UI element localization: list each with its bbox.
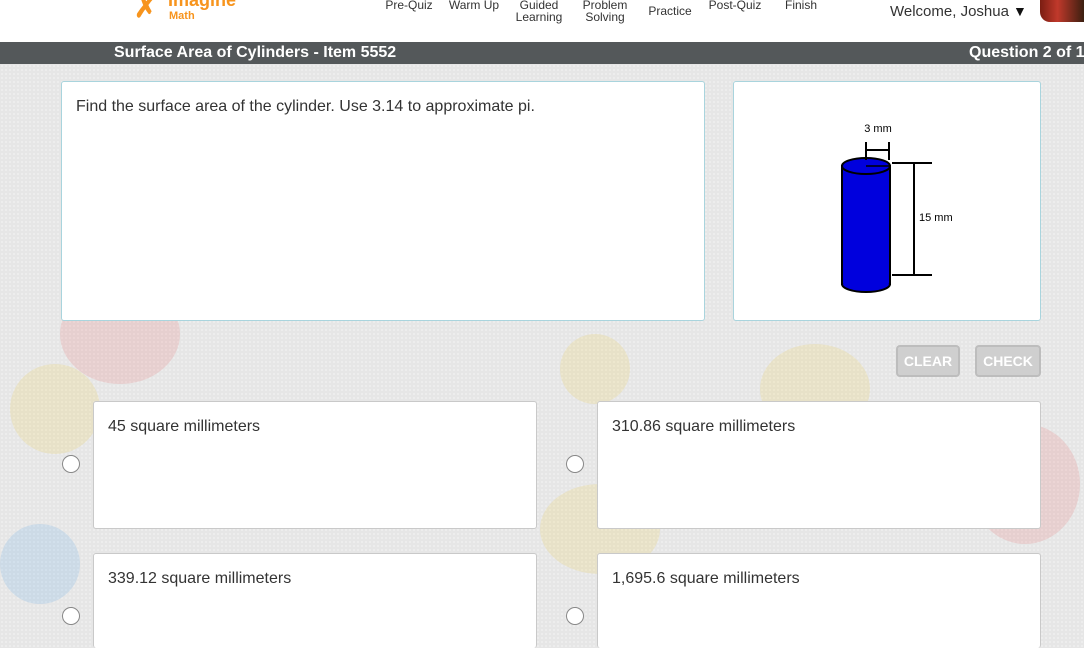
- answer-radio-1[interactable]: [62, 455, 80, 473]
- nav-finish[interactable]: Finish: [780, 0, 822, 11]
- answer-radio-2[interactable]: [566, 455, 584, 473]
- answer-radio-3[interactable]: [62, 607, 80, 625]
- decor-emoji: [10, 364, 100, 454]
- question-card: Find the surface area of the cylinder. U…: [61, 81, 705, 321]
- logo-subtitle: Math: [169, 10, 195, 22]
- radius-label: 3 mm: [864, 123, 892, 135]
- nav-post-quiz[interactable]: Post-Quiz: [706, 0, 764, 11]
- check-button[interactable]: CHECK: [975, 345, 1041, 377]
- cylinder-fill: [843, 166, 889, 283]
- lesson-title-bar: Surface Area of Cylinders - Item 5552 Qu…: [0, 42, 1084, 64]
- question-counter: Question 2 of 1: [969, 44, 1084, 61]
- answer-option-2[interactable]: 310.86 square millimeters: [597, 401, 1041, 529]
- avatar[interactable]: [1040, 0, 1084, 22]
- height-label: 15 mm: [919, 212, 953, 224]
- cylinder-icon: [841, 157, 891, 293]
- nav-pre-quiz[interactable]: Pre-Quiz: [384, 0, 434, 11]
- answer-option-4[interactable]: 1,695.6 square millimeters: [597, 553, 1041, 648]
- cylinder-figure: 3 mm 15 mm: [841, 123, 953, 293]
- user-menu[interactable]: Welcome, Joshua ▼: [890, 3, 1027, 20]
- figure-card: 3 mm 15 mm: [733, 81, 1041, 321]
- imagine-math-logo[interactable]: ✗ Imagine Math: [130, 0, 250, 28]
- nav-practice[interactable]: Practice: [644, 5, 696, 17]
- answer-option-1[interactable]: 45 square millimeters: [93, 401, 537, 529]
- radius-dimension: 3 mm: [864, 123, 892, 160]
- answer-label-4: 1,695.6 square millimeters: [612, 570, 800, 587]
- clear-button[interactable]: CLEAR: [896, 345, 960, 377]
- nav-guided-learning[interactable]: Guided Learning: [512, 0, 566, 23]
- nav-problem-solving[interactable]: Problem Solving: [578, 0, 632, 23]
- answer-label-1: 45 square millimeters: [108, 418, 261, 435]
- decor-emoji: [0, 524, 80, 604]
- question-text: Find the surface area of the cylinder. U…: [76, 98, 535, 115]
- answer-radio-4[interactable]: [566, 607, 584, 625]
- welcome-text: Welcome, Joshua: [890, 3, 1009, 20]
- top-navigation-bar: ✗ Imagine Math Pre-Quiz Warm Up Guided L…: [0, 0, 1084, 42]
- nav-warm-up[interactable]: Warm Up: [447, 0, 501, 11]
- answer-label-2: 310.86 square millimeters: [612, 418, 796, 435]
- logo-star-icon: ✗: [134, 0, 158, 23]
- decor-emoji: [560, 334, 630, 404]
- lesson-title: Surface Area of Cylinders - Item 5552: [114, 44, 397, 61]
- dropdown-arrow-icon: ▼: [1012, 3, 1027, 19]
- answer-label-3: 339.12 square millimeters: [108, 570, 292, 587]
- answer-option-3[interactable]: 339.12 square millimeters: [93, 553, 537, 648]
- height-dimension: 15 mm: [892, 162, 953, 276]
